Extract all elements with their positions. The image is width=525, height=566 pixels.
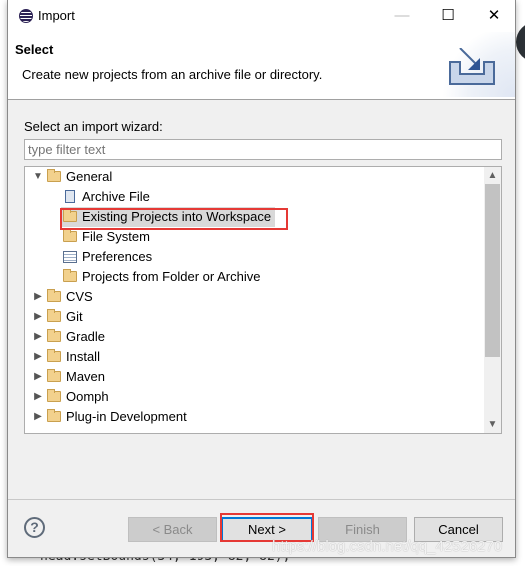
folder-icon <box>63 229 77 242</box>
chevron-right-icon[interactable]: ▶ <box>33 387 43 407</box>
chevron-right-icon[interactable]: ▶ <box>33 367 43 387</box>
folder-icon <box>47 409 61 422</box>
scroll-down-icon[interactable]: ▼ <box>484 416 501 433</box>
scroll-up-icon[interactable]: ▲ <box>484 167 501 184</box>
folder-open-icon <box>47 169 61 182</box>
watermark: https://blog.csdn.net/qq_42526270 <box>272 538 503 555</box>
folder-icon <box>47 289 61 302</box>
import-dialog: Import — ☐ ✕ Select Create new projects … <box>7 0 516 558</box>
chevron-right-icon[interactable]: ▶ <box>33 287 43 307</box>
import-wizard-icon <box>449 48 495 85</box>
folder-icon <box>63 269 77 282</box>
folder-icon <box>47 369 61 382</box>
tree-item-general[interactable]: ▼ General <box>25 167 485 187</box>
minimize-button[interactable]: — <box>379 0 425 32</box>
back-button[interactable]: < Back <box>128 517 217 542</box>
page-description: Create new projects from an archive file… <box>22 67 323 82</box>
wizard-label: Select an import wizard: <box>24 119 163 134</box>
folder-icon <box>47 329 61 342</box>
eclipse-logo-icon <box>19 9 33 23</box>
scrollbar-thumb[interactable] <box>485 184 500 357</box>
preferences-icon <box>63 251 77 263</box>
separator <box>8 499 515 500</box>
selection-highlight-box <box>60 208 288 230</box>
chevron-right-icon[interactable]: ▶ <box>33 347 43 367</box>
window-title: Import <box>38 8 75 23</box>
chevron-right-icon[interactable]: ▶ <box>33 307 43 327</box>
close-button[interactable]: ✕ <box>471 0 517 32</box>
folder-icon <box>47 349 61 362</box>
title-bar: Import — ☐ ✕ <box>8 0 515 32</box>
chevron-right-icon[interactable]: ▶ <box>33 407 43 427</box>
help-icon[interactable]: ? <box>24 517 45 538</box>
chevron-down-icon[interactable]: ▼ <box>33 167 43 187</box>
archive-icon <box>65 190 75 203</box>
filter-input[interactable] <box>24 139 502 160</box>
maximize-button[interactable]: ☐ <box>425 0 471 32</box>
background-window <box>516 0 525 566</box>
tree-scrollbar[interactable]: ▲ ▼ <box>484 167 501 433</box>
wizard-tree: ▼ General Archive File Existing Projects… <box>24 166 502 434</box>
folder-icon <box>47 389 61 402</box>
chevron-right-icon[interactable]: ▶ <box>33 327 43 347</box>
wizard-header: Select Create new projects from an archi… <box>8 32 515 100</box>
folder-icon <box>47 309 61 322</box>
page-title: Select <box>15 42 54 57</box>
